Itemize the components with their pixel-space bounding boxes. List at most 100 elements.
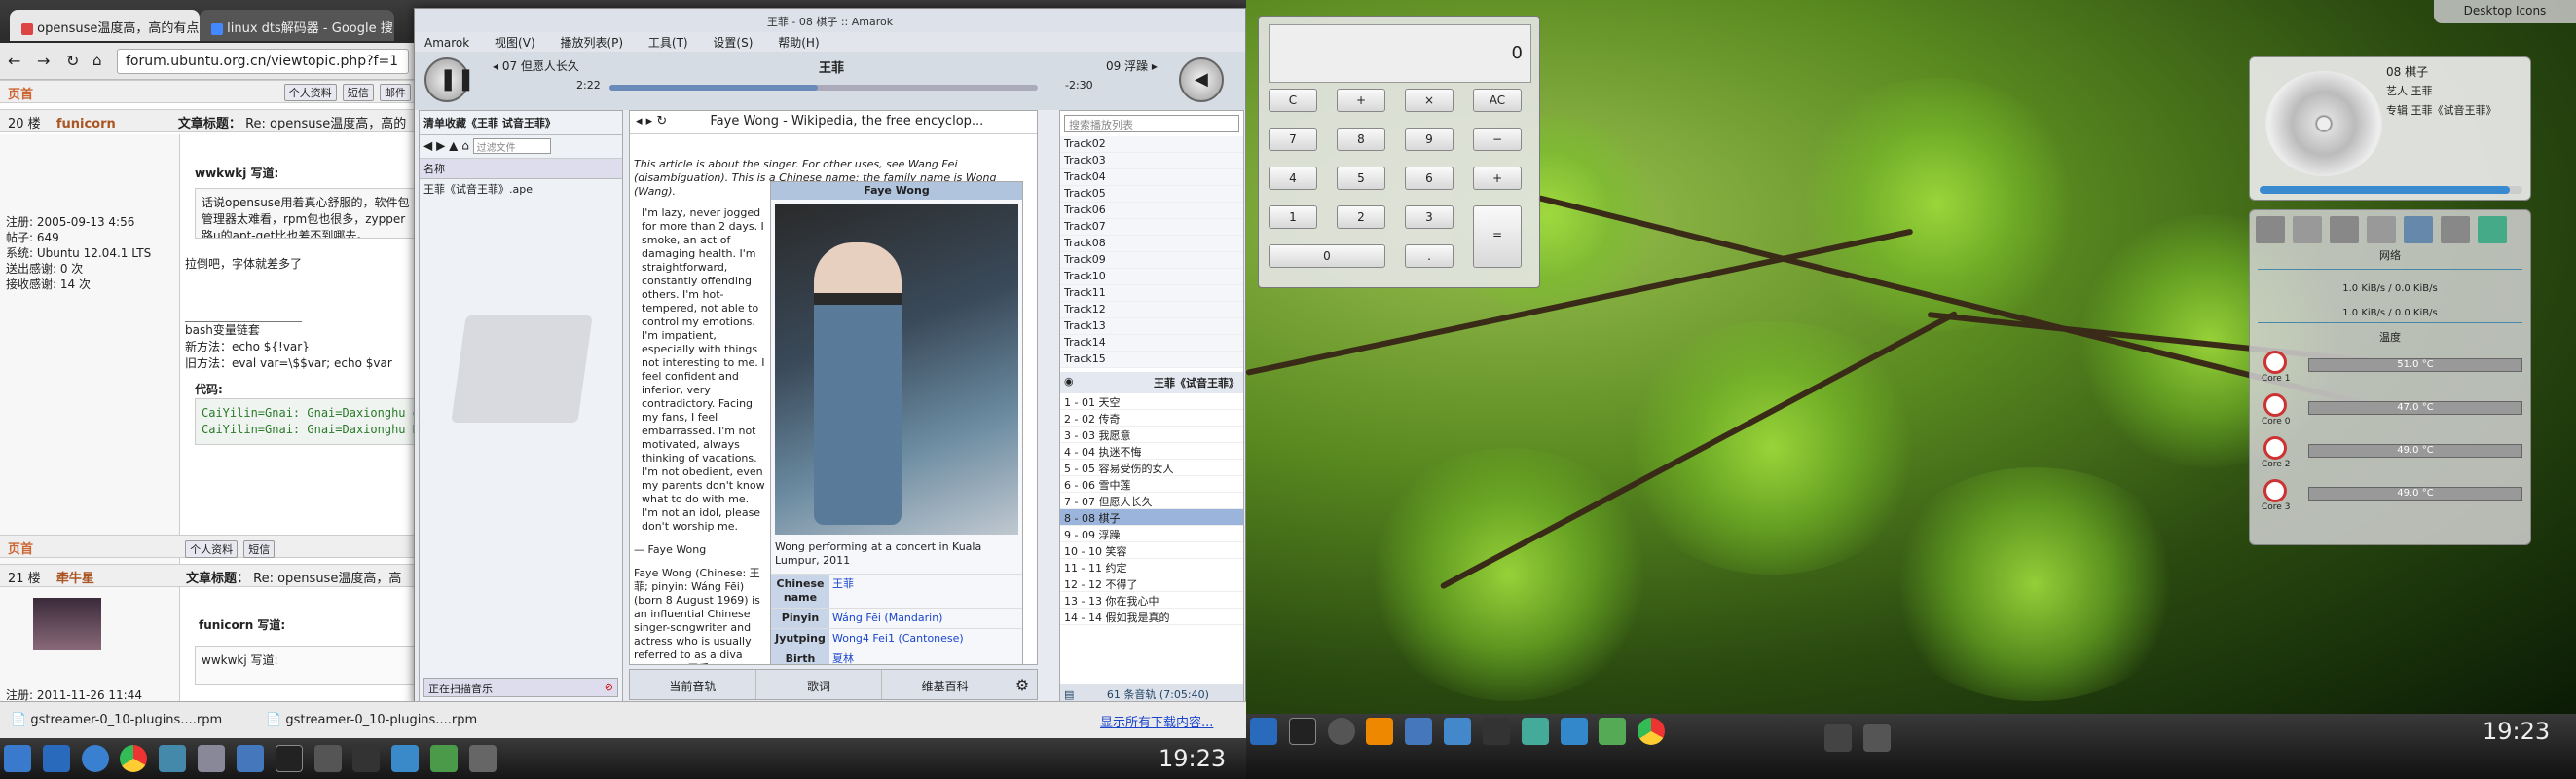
playlist-item[interactable]: Track04	[1060, 169, 1243, 186]
drive-icon[interactable]	[2367, 216, 2396, 243]
tab-lyrics[interactable]: 歌词	[756, 670, 883, 699]
profile-button[interactable]: 个人资料	[185, 540, 239, 558]
show-all-downloads-link[interactable]: 显示所有下载内容...	[1100, 712, 1213, 730]
playlist-item[interactable]: Track14	[1060, 335, 1243, 352]
tab-current-track[interactable]: 当前音轨	[630, 670, 756, 699]
playlist-item[interactable]: 1 - 01 天空	[1060, 393, 1243, 410]
playlist-item[interactable]: Track15	[1060, 352, 1243, 368]
forward-icon[interactable]: →	[37, 52, 50, 70]
pause-button[interactable]: ❚❚	[424, 57, 475, 102]
playlist-item[interactable]: 9 - 09 浮躁	[1060, 526, 1243, 542]
window-icon[interactable]	[468, 745, 497, 772]
column-header-name[interactable]: 名称	[420, 159, 622, 179]
chrome-icon[interactable]	[1638, 718, 1666, 745]
drive-icon[interactable]	[2441, 216, 2470, 243]
menu-playlist[interactable]: 播放列表(P)	[560, 36, 623, 50]
author-name[interactable]: 牵牛星	[56, 572, 94, 586]
cancel-scan-icon[interactable]: ⊘	[605, 681, 613, 693]
chrome-icon[interactable]	[120, 745, 148, 772]
prev-track-label[interactable]: ◂ 07 但愿人长久	[493, 57, 579, 74]
author-name[interactable]: funicorn	[56, 117, 116, 131]
key-multiply[interactable]: ×	[1405, 89, 1454, 112]
playlist-item[interactable]: 5 - 05 容易受伤的女人	[1060, 460, 1243, 476]
home-icon[interactable]: ⌂	[92, 52, 102, 69]
next-track-label[interactable]: 09 浮躁 ▸	[1106, 57, 1158, 74]
kde-menu-icon[interactable]	[4, 745, 31, 772]
tray-icon[interactable]	[1863, 724, 1891, 752]
key-1[interactable]: 1	[1269, 205, 1317, 229]
playlist-item[interactable]: 3 - 03 我愿意	[1060, 427, 1243, 443]
playlist-item[interactable]: 8 - 08 棋子	[1060, 509, 1243, 526]
playlist-item[interactable]: Track07	[1060, 219, 1243, 236]
key-minus[interactable]: −	[1473, 128, 1522, 151]
key-0[interactable]: 0	[1269, 244, 1385, 268]
key-3[interactable]: 3	[1405, 205, 1454, 229]
video-icon[interactable]	[352, 745, 381, 772]
playlist-item[interactable]: Track02	[1060, 136, 1243, 153]
playlist-item[interactable]: 14 - 14 假如我是真的	[1060, 609, 1243, 625]
download-item[interactable]: 📄 gstreamer-0_10-plugins....rpm	[8, 710, 232, 733]
key-clear[interactable]: C	[1269, 89, 1317, 112]
progress-slider[interactable]	[609, 85, 1038, 91]
clock[interactable]: 19:23	[2483, 718, 2550, 745]
drive-icon[interactable]	[2330, 216, 2359, 243]
pm-button[interactable]: 短信	[342, 84, 374, 101]
tab-forum[interactable]: opensuse温度高，高的有点	[10, 10, 200, 41]
download-item[interactable]: 📄 gstreamer-0_10-plugins....rpm	[263, 710, 487, 733]
video-icon[interactable]	[1482, 718, 1510, 745]
key-8[interactable]: 8	[1337, 128, 1385, 151]
home-icon[interactable]: ⌂	[461, 139, 469, 153]
browser-icon[interactable]	[236, 745, 264, 772]
menu-help[interactable]: 帮助(H)	[778, 36, 819, 50]
tray-icon[interactable]	[1824, 724, 1852, 752]
forward-icon[interactable]: ▶	[436, 139, 445, 153]
key-5[interactable]: 5	[1337, 167, 1385, 190]
playlist-item[interactable]: 11 - 11 约定	[1060, 559, 1243, 575]
key-4[interactable]: 4	[1269, 167, 1317, 190]
track-progress[interactable]	[2260, 186, 2522, 194]
key-equals[interactable]: =	[1473, 205, 1522, 268]
key-7[interactable]: 7	[1269, 128, 1317, 151]
terminal-icon[interactable]	[275, 745, 303, 772]
file-item[interactable]: 王菲《试音王菲》.ape	[420, 179, 622, 199]
media-icon[interactable]	[1327, 718, 1355, 745]
key-all-clear[interactable]: AC	[1473, 89, 1522, 112]
back-icon[interactable]: ◂	[636, 114, 643, 129]
playlist-icon[interactable]: ▤	[1064, 688, 1074, 701]
network-icon[interactable]	[2404, 216, 2433, 243]
browser-icon[interactable]	[1405, 718, 1433, 745]
reload-icon[interactable]: ↻	[66, 52, 79, 70]
key-2[interactable]: 2	[1337, 205, 1385, 229]
tab-google[interactable]: linux dts解码器 - Google 搜	[200, 10, 394, 41]
key-6[interactable]: 6	[1405, 167, 1454, 190]
forward-icon[interactable]: ▸	[646, 114, 653, 129]
network-icon[interactable]	[1560, 718, 1588, 745]
image-icon[interactable]	[1599, 718, 1627, 745]
dolphin-icon[interactable]	[391, 745, 420, 772]
key-divide[interactable]: +	[1337, 89, 1385, 112]
pm-button[interactable]: 短信	[243, 540, 276, 558]
menu-settings[interactable]: 设置(S)	[713, 36, 753, 50]
up-icon[interactable]: ▲	[449, 139, 458, 153]
playlist-item[interactable]: 4 - 04 执迷不悔	[1060, 443, 1243, 460]
back-icon[interactable]: ←	[8, 52, 20, 70]
tab-wikipedia[interactable]: 维基百科	[882, 670, 1008, 699]
reload-icon[interactable]: ↻	[656, 114, 667, 129]
menu-amarok[interactable]: Amarok	[424, 36, 469, 50]
drive-icon[interactable]	[2293, 216, 2322, 243]
terminal-icon[interactable]	[1288, 718, 1316, 745]
desktop-icons-button[interactable]: Desktop Icons	[2434, 0, 2576, 23]
key-9[interactable]: 9	[1405, 128, 1454, 151]
drive-icon[interactable]	[2256, 216, 2285, 243]
playlist-item[interactable]: Track13	[1060, 318, 1243, 335]
profile-button[interactable]: 个人资料	[283, 84, 337, 101]
app-icon[interactable]	[159, 745, 187, 772]
search-input[interactable]: 过滤文件	[472, 138, 551, 154]
volume-button[interactable]: ◀	[1179, 57, 1224, 102]
key-decimal[interactable]: .	[1405, 244, 1454, 268]
kde-menu-icon[interactable]	[42, 745, 70, 772]
email-button[interactable]: 邮件	[380, 84, 411, 101]
playlist-item[interactable]: Track09	[1060, 252, 1243, 269]
menu-view[interactable]: 视图(V)	[495, 36, 535, 50]
gear-icon[interactable]: ⚙	[1008, 670, 1037, 699]
